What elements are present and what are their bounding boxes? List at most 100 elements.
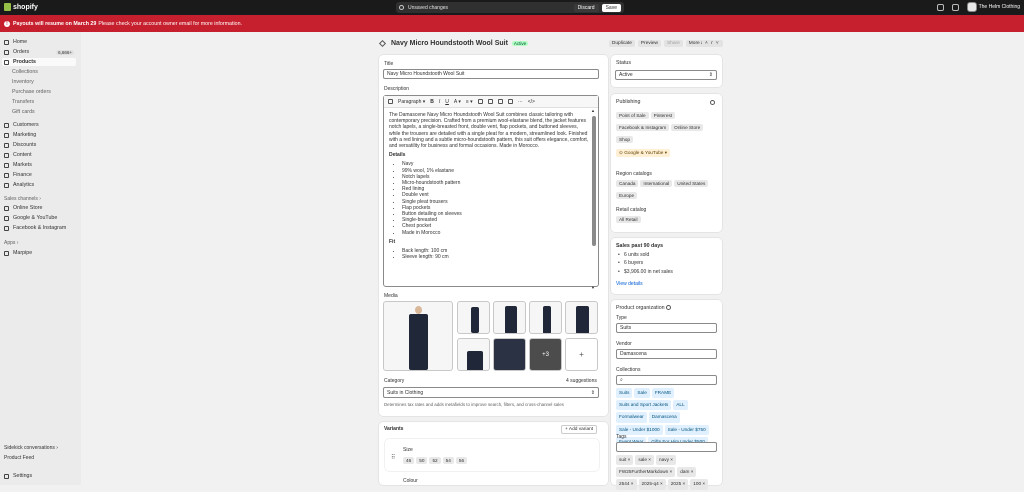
remove-tag-icon[interactable]: × (683, 481, 686, 486)
sidebar-item-orders[interactable]: Orders 6,666+ (2, 48, 76, 56)
code-icon[interactable]: </> (528, 99, 535, 105)
collection-chip[interactable]: Suits and Sport Jackets (616, 400, 672, 411)
sidebar-item-home[interactable]: Home (2, 38, 76, 46)
editor-scrollbar[interactable]: ▲ ▼ (591, 108, 597, 290)
media-thumbnail[interactable] (457, 301, 490, 334)
media-thumbnail[interactable] (493, 338, 526, 371)
sidebar-item-marpipe[interactable]: Marpipe (2, 249, 76, 257)
sidebar-item-inventory[interactable]: Inventory (2, 78, 76, 86)
remove-tag-icon[interactable]: × (660, 481, 663, 486)
shopify-logo[interactable]: shopify (4, 3, 38, 11)
media-more-thumbnail[interactable]: +3 (529, 338, 562, 371)
media-thumbnail[interactable] (493, 301, 526, 334)
collections-search-input[interactable]: ⌕ (616, 375, 717, 385)
sidebar-item-facebook-instagram[interactable]: Facebook & Instagram (2, 224, 76, 232)
suit-figure (505, 306, 517, 333)
product-feed-link[interactable]: Product Feed (4, 455, 34, 461)
collection-chip[interactable]: Formalwear (616, 412, 647, 423)
collection-chip[interactable]: ALL (673, 400, 688, 411)
italic-icon[interactable]: I (439, 99, 440, 105)
google-channel-warning[interactable]: ⊙ Google & YouTube ▾ (616, 149, 672, 159)
underline-icon[interactable]: U (445, 99, 449, 105)
media-main-image[interactable] (383, 301, 453, 371)
info-icon[interactable] (666, 305, 672, 311)
title-input[interactable]: Navy Micro Houndstooth Wool Suit (383, 69, 599, 79)
sidebar-item-analytics[interactable]: Analytics (2, 181, 76, 189)
status-select[interactable]: Active ⇕ (615, 70, 717, 80)
apps-heading[interactable]: Apps › (4, 240, 18, 246)
remove-tag-icon[interactable]: × (670, 469, 673, 474)
drag-handle-icon[interactable]: ⠿ (391, 454, 395, 461)
align-icon[interactable]: ≡ ▾ (466, 99, 473, 105)
sidebar-item-google-youtube[interactable]: Google & YouTube (2, 214, 76, 222)
description-editor[interactable]: Paragraph ▾ B I U A ▾ ≡ ▾ ··· </> The Da… (383, 95, 599, 290)
add-variant-button[interactable]: + Add variant (561, 425, 598, 434)
collection-chip[interactable]: Sale (634, 388, 650, 399)
collection-chip[interactable]: Suits (616, 388, 633, 399)
inbox-icon[interactable] (936, 3, 944, 11)
category-select[interactable]: Suits in Clothing ⇕ (383, 387, 599, 398)
scroll-thumb[interactable] (592, 116, 596, 246)
view-details-link[interactable]: View details (616, 281, 643, 287)
type-input[interactable]: Suits (616, 323, 717, 333)
discard-button[interactable]: Discard (573, 3, 599, 12)
sidebar-item-collections[interactable]: Collections (2, 68, 76, 76)
sales-channels-heading[interactable]: Sales channels › (4, 196, 41, 202)
manage-channels-icon[interactable] (710, 100, 715, 105)
bold-icon[interactable]: B (430, 99, 434, 105)
media-thumbnail[interactable] (529, 301, 562, 334)
tag-label: 2544 (619, 481, 630, 487)
sidebar-item-markets[interactable]: Markets (2, 161, 76, 169)
link-icon[interactable] (477, 99, 483, 104)
sidebar-item-transfers[interactable]: Transfers (2, 98, 76, 106)
remove-tag-icon[interactable]: × (670, 457, 673, 462)
sidebar-item-customers[interactable]: Customers (2, 121, 76, 129)
sales-buyers: 6 buyers (618, 259, 673, 268)
remove-tag-icon[interactable]: × (691, 469, 694, 474)
sidebar-item-gift-cards[interactable]: Gift cards (2, 108, 76, 116)
sidekick-conversations[interactable]: Sidekick conversations › (4, 445, 58, 451)
sidebar-item-settings[interactable]: Settings (2, 472, 76, 480)
remove-tag-icon[interactable]: × (628, 457, 631, 462)
save-button[interactable]: Save (601, 3, 621, 12)
duplicate-button[interactable]: Duplicate (608, 40, 635, 47)
share-button[interactable]: Share (663, 40, 683, 47)
region-chip: Canada (616, 180, 639, 187)
remove-tag-icon[interactable]: × (631, 481, 634, 486)
category-suggestions-link[interactable]: 4 suggestions (566, 378, 597, 384)
category-help-text: Determines tax rates and adds metafields… (384, 402, 564, 407)
add-media-button[interactable]: + (565, 338, 598, 371)
video-icon[interactable] (497, 99, 503, 104)
table-icon[interactable] (507, 99, 513, 104)
editor-content[interactable]: The Damascene Navy Micro Houndstooth Woo… (389, 112, 590, 260)
collection-chip[interactable]: Damascena (648, 412, 680, 423)
media-thumbnail[interactable] (565, 301, 598, 334)
media-thumbnail[interactable] (457, 338, 490, 371)
previous-product-button[interactable]: ˄ (702, 40, 711, 47)
next-product-button[interactable]: ˅ (712, 40, 722, 47)
magic-icon[interactable] (388, 99, 393, 104)
collection-chip[interactable]: Sale - Under $750 (664, 424, 709, 435)
more-icon[interactable]: ··· (518, 99, 523, 105)
sidebar-item-content[interactable]: Content (2, 151, 76, 159)
tags-input[interactable] (616, 442, 717, 452)
sidebar-item-discounts[interactable]: Discounts (2, 141, 76, 149)
remove-tag-icon[interactable]: × (702, 481, 705, 486)
channel-chip: Online Store (671, 124, 704, 131)
remove-tag-icon[interactable]: × (648, 457, 651, 462)
vendor-input[interactable]: Damascena (616, 349, 717, 359)
sidebar-item-products[interactable]: Products (2, 58, 76, 66)
sidebar-item-purchase-orders[interactable]: Purchase orders (2, 88, 76, 96)
collection-chip[interactable]: FRAME (651, 388, 675, 399)
scroll-down-arrow[interactable]: ▼ (591, 285, 595, 290)
store-switcher[interactable]: The Helm Clothing (966, 2, 1020, 12)
scroll-up-arrow[interactable]: ▲ (591, 108, 595, 113)
image-icon[interactable] (487, 99, 493, 104)
bell-icon[interactable] (951, 3, 959, 11)
preview-button[interactable]: Preview (637, 40, 661, 47)
text-color-icon[interactable]: A ▾ (454, 99, 461, 105)
sidebar-item-marketing[interactable]: Marketing (2, 131, 76, 139)
paragraph-select[interactable]: Paragraph ▾ (398, 99, 425, 105)
sidebar-item-finance[interactable]: Finance (2, 171, 76, 179)
sidebar-item-online-store[interactable]: Online Store (2, 204, 76, 212)
